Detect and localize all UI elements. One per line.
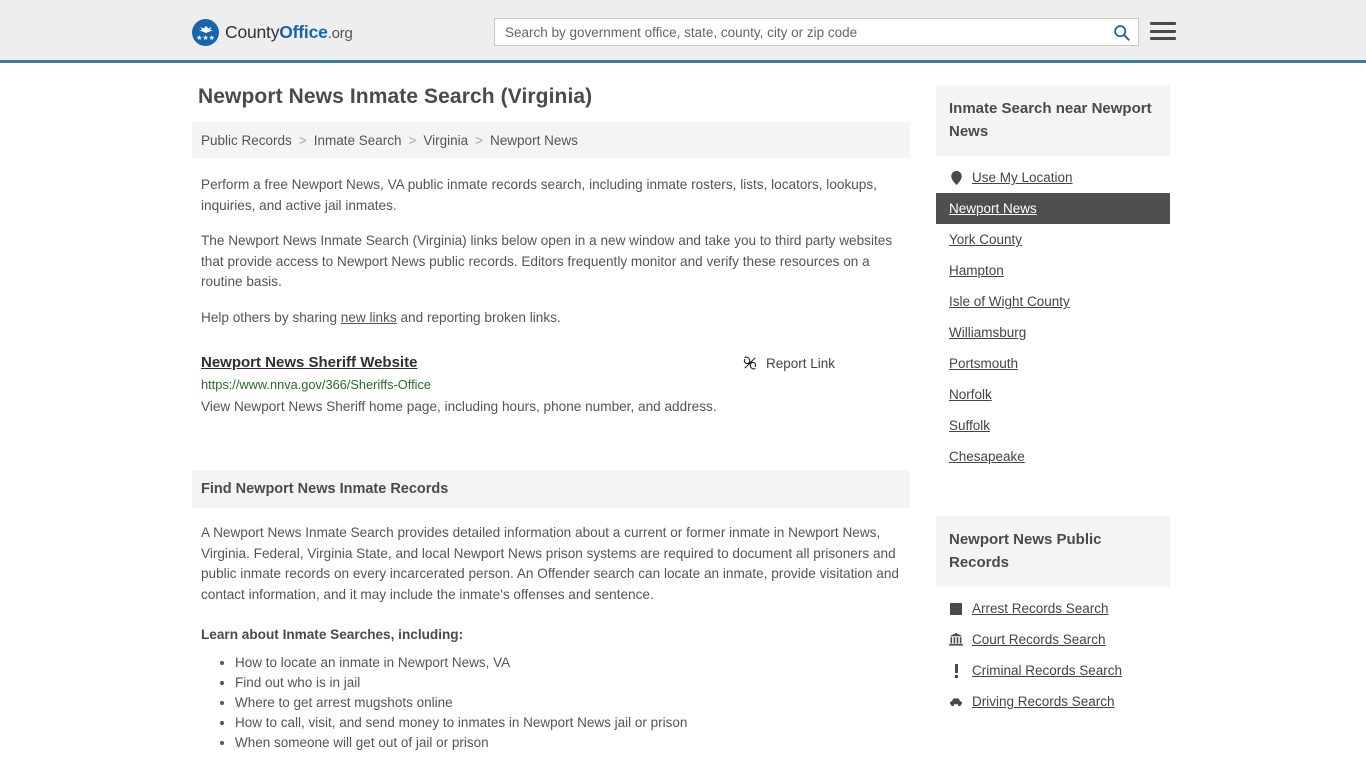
site-header: ★★★ CountyOffice.org [0, 0, 1366, 63]
logo-text-org: .org [327, 25, 353, 42]
sidebar-item-driving-records-search[interactable]: Driving Records Search [936, 686, 1170, 717]
sidebar-item-label: Portsmouth [949, 356, 1019, 371]
sidebar-item-williamsburg[interactable]: Williamsburg [936, 317, 1170, 348]
hamburger-menu-icon[interactable] [1150, 20, 1176, 42]
broken-link-icon [743, 356, 757, 370]
sidebar-item-norfolk[interactable]: Norfolk [936, 379, 1170, 410]
logo-text-office: Office [279, 22, 328, 42]
breadcrumb-item-inmate-search[interactable]: Inmate Search [314, 133, 402, 148]
inmate-search-bullet-list: How to locate an inmate in Newport News,… [201, 653, 901, 753]
result-description: View Newport News Sheriff home page, inc… [201, 399, 717, 414]
sidebar-item-york-county[interactable]: York County [936, 224, 1170, 255]
stars-glyph: ★★★ [196, 35, 215, 42]
section-body: A Newport News Inmate Search provides de… [192, 523, 910, 753]
site-logo[interactable]: ★★★ CountyOffice.org [192, 19, 353, 46]
sidebar-public-records-heading: Newport News Public Records [936, 516, 1170, 587]
courthouse-icon [949, 633, 963, 647]
sidebar-item-arrest-records-search[interactable]: Arrest Records Search [936, 593, 1170, 624]
section-paragraph: A Newport News Inmate Search provides de… [201, 525, 899, 602]
list-item: When someone will get out of jail or pri… [235, 733, 901, 753]
eagle-shield-icon: ★★★ [192, 19, 219, 46]
list-item: Where to get arrest mugshots online [235, 693, 901, 713]
search-icon [1113, 24, 1130, 41]
breadcrumb-item-newport-news: Newport News [490, 132, 578, 148]
sidebar-item-label: Chesapeake [949, 449, 1025, 464]
menu-bar-3 [1150, 37, 1176, 40]
learn-about-label: Learn about Inmate Searches, including: [201, 627, 464, 642]
sidebar-item-isle-of-wight-county[interactable]: Isle of Wight County [936, 286, 1170, 317]
menu-bar-2 [1150, 29, 1176, 33]
intro-paragraph: Perform a free Newport News, VA public i… [201, 177, 877, 213]
logo-text-county: County [225, 22, 280, 42]
search-input[interactable] [495, 19, 1104, 45]
sidebar-item-portsmouth[interactable]: Portsmouth [936, 348, 1170, 379]
sidebar-item-use-my-location[interactable]: Use My Location [936, 162, 1170, 193]
list-item: How to locate an inmate in Newport News,… [235, 653, 901, 673]
breadcrumb-separator: > [475, 132, 484, 148]
search-bar[interactable] [494, 18, 1139, 46]
sidebar-item-label: Driving Records Search [972, 694, 1115, 709]
page-body: Newport News Inmate Search (Virginia) Pu… [0, 63, 1366, 753]
sidebar-item-label: Isle of Wight County [949, 294, 1070, 309]
sidebar-item-newport-news[interactable]: Newport News [936, 193, 1170, 224]
section-heading: Find Newport News Inmate Records [192, 470, 910, 508]
sidebar-item-label: Court Records Search [972, 632, 1106, 647]
sidebar-item-criminal-records-search[interactable]: Criminal Records Search [936, 655, 1170, 686]
gavel-icon [949, 602, 963, 616]
breadcrumb: Public Records > Inmate Search > Virgini… [192, 122, 910, 158]
logo-text: CountyOffice.org [225, 22, 353, 43]
sidebar-item-label: Newport News [949, 201, 1037, 216]
sidebar-item-suffolk[interactable]: Suffolk [936, 410, 1170, 441]
breadcrumb-item-virginia[interactable]: Virginia [423, 133, 468, 148]
sidebar-item-label: Norfolk [949, 387, 992, 402]
sidebar-item-label: Williamsburg [949, 325, 1027, 340]
car-icon [949, 695, 963, 709]
page-title: Newport News Inmate Search (Virginia) [198, 85, 593, 108]
result-link-block: Newport News Sheriff Website Report Link… [201, 354, 910, 417]
report-link-label: Report Link [765, 355, 835, 371]
share-suffix: and reporting broken links. [396, 309, 561, 325]
report-link-button[interactable]: Report Link [742, 355, 835, 371]
result-title-link[interactable]: Newport News Sheriff Website [201, 354, 417, 371]
breadcrumb-separator: > [298, 132, 307, 148]
sidebar-item-label: Arrest Records Search [972, 601, 1109, 616]
breadcrumb-separator: > [408, 132, 417, 148]
list-item: How to call, visit, and send money to in… [235, 713, 901, 733]
sidebar-item-label: Use My Location [972, 170, 1073, 185]
exclamation-icon [949, 663, 963, 678]
eagle-glyph [198, 26, 213, 33]
share-paragraph: Help others by sharing new links and rep… [201, 308, 910, 329]
location-pin-icon [949, 170, 963, 185]
secondary-paragraph: The Newport News Inmate Search (Virginia… [201, 233, 893, 289]
sidebar-item-label: York County [949, 232, 1023, 247]
sidebar-item-label: Criminal Records Search [972, 663, 1123, 678]
sidebar-item-court-records-search[interactable]: Court Records Search [936, 624, 1170, 655]
breadcrumb-item-public-records[interactable]: Public Records [201, 133, 292, 148]
new-links-link[interactable]: new links [341, 310, 397, 325]
sidebar-item-chesapeake[interactable]: Chesapeake [936, 441, 1170, 472]
menu-bar-1 [1150, 22, 1176, 25]
sidebar-item-label: Suffolk [949, 418, 991, 433]
sidebar-item-hampton[interactable]: Hampton [936, 255, 1170, 286]
sidebar-nearby-heading: Inmate Search near Newport News [936, 85, 1170, 156]
sidebar-public-records-list: Arrest Records Search Court Records Sear… [936, 593, 1170, 717]
sidebar-item-label: Hampton [949, 263, 1004, 278]
search-button[interactable] [1104, 19, 1138, 45]
share-prefix: Help others by sharing [201, 309, 341, 325]
result-url: https://www.nnva.gov/366/Sheriffs-Office [201, 377, 431, 392]
sidebar-nearby-list: Use My Location Newport News York County… [936, 162, 1170, 472]
main-content: Newport News Inmate Search (Virginia) Pu… [192, 85, 910, 753]
list-item: Find out who is in jail [235, 673, 901, 693]
sidebar: Inmate Search near Newport News Use My L… [936, 85, 1170, 753]
